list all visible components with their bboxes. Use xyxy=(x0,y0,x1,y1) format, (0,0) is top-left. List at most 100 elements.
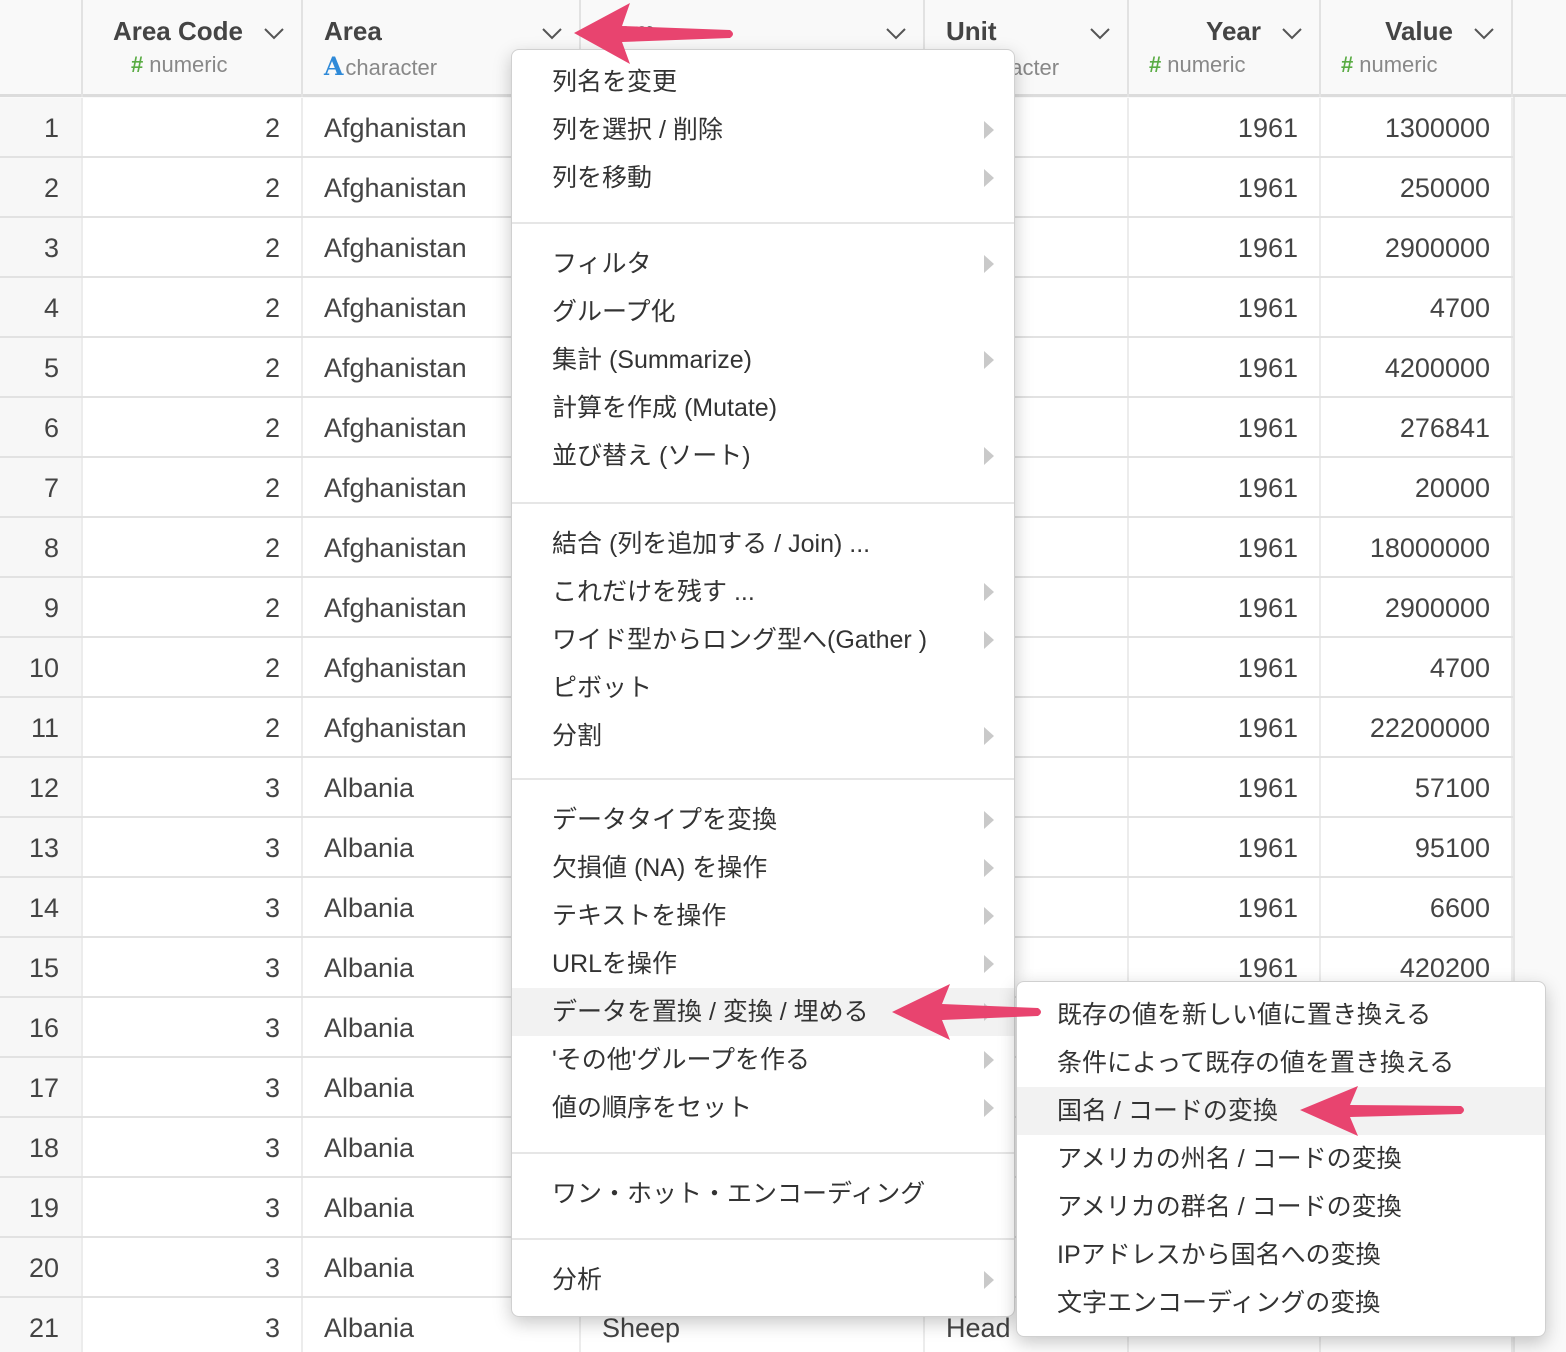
menu-item[interactable]: テキストを操作 xyxy=(512,892,1014,940)
menu-item-label: 'その他'グループを作る xyxy=(552,1046,811,1074)
menu-item[interactable]: 分割 xyxy=(512,712,1014,760)
cell-year[interactable]: 1961 xyxy=(1129,278,1321,336)
menu-item[interactable]: 計算を作成 (Mutate) xyxy=(512,384,1014,432)
cell-area-code[interactable]: 3 xyxy=(83,1298,303,1352)
submenu-item[interactable]: アメリカの州名 / コードの変換 xyxy=(1017,1135,1545,1183)
chevron-down-icon[interactable] xyxy=(539,20,565,46)
submenu-item[interactable]: 文字エンコーディングの変換 xyxy=(1017,1279,1545,1327)
column-header-area-code[interactable]: Area Code # numeric xyxy=(83,0,303,97)
cell-value[interactable]: 276841 xyxy=(1321,398,1513,456)
menu-item[interactable]: フィルタ xyxy=(512,240,1014,288)
submenu-item-label: 国名 / コードの変換 xyxy=(1057,1097,1278,1125)
menu-item[interactable]: 集計 (Summarize) xyxy=(512,336,1014,384)
menu-item[interactable]: 値の順序をセット xyxy=(512,1084,1014,1132)
cell-value[interactable]: 4700 xyxy=(1321,638,1513,696)
cell-area-code[interactable]: 2 xyxy=(83,338,303,396)
cell-value[interactable]: 57100 xyxy=(1321,758,1513,816)
menu-item[interactable]: 分析 xyxy=(512,1256,1014,1304)
cell-year[interactable]: 1961 xyxy=(1129,518,1321,576)
column-title: Area xyxy=(324,16,382,46)
menu-item-label: 分割 xyxy=(552,722,603,750)
cell-value[interactable]: 250000 xyxy=(1321,158,1513,216)
menu-item-label: 集計 (Summarize) xyxy=(552,346,753,374)
cell-area-code[interactable]: 2 xyxy=(83,98,303,156)
cell-year[interactable]: 1961 xyxy=(1129,218,1321,276)
cell-value[interactable]: 1300000 xyxy=(1321,98,1513,156)
cell-year[interactable]: 1961 xyxy=(1129,758,1321,816)
chevron-down-icon[interactable] xyxy=(1087,20,1113,46)
cell-area-code[interactable]: 2 xyxy=(83,518,303,576)
chevron-down-icon[interactable] xyxy=(1279,20,1305,46)
menu-item[interactable]: 列を選択 / 削除 xyxy=(512,106,1014,154)
menu-item[interactable]: URLを操作 xyxy=(512,940,1014,988)
cell-year[interactable]: 1961 xyxy=(1129,338,1321,396)
cell-value[interactable]: 20000 xyxy=(1321,458,1513,516)
cell-area-code[interactable]: 3 xyxy=(83,1178,303,1236)
submenu-arrow-icon xyxy=(984,859,994,877)
cell-value[interactable]: 2900000 xyxy=(1321,578,1513,636)
menu-item-label: データを置換 / 変換 / 埋める xyxy=(552,998,869,1026)
submenu-item[interactable]: IPアドレスから国名への変換 xyxy=(1017,1231,1545,1279)
chevron-down-icon[interactable] xyxy=(1471,20,1497,46)
menu-item[interactable]: 列名を変更 xyxy=(512,58,1014,106)
cell-year[interactable]: 1961 xyxy=(1129,698,1321,756)
column-header-year[interactable]: Year # numeric xyxy=(1129,0,1321,97)
cell-area-code[interactable]: 2 xyxy=(83,458,303,516)
menu-item[interactable]: 結合 (列を追加する / Join) ... xyxy=(512,520,1014,568)
column-type-label: character xyxy=(345,55,438,80)
cell-year[interactable]: 1961 xyxy=(1129,638,1321,696)
menu-item[interactable]: 並び替え (ソート) xyxy=(512,432,1014,480)
cell-year[interactable]: 1961 xyxy=(1129,398,1321,456)
cell-area-code[interactable]: 2 xyxy=(83,398,303,456)
cell-year[interactable]: 1961 xyxy=(1129,458,1321,516)
menu-item[interactable]: ピボット xyxy=(512,664,1014,712)
column-type-label: numeric xyxy=(149,52,228,77)
submenu-item[interactable]: 条件によって既存の値を置き換える xyxy=(1017,1039,1545,1087)
cell-value[interactable]: 18000000 xyxy=(1321,518,1513,576)
menu-item[interactable]: データタイプを変換 xyxy=(512,796,1014,844)
cell-area-code[interactable]: 3 xyxy=(83,1118,303,1176)
submenu-item[interactable]: 既存の値を新しい値に置き換える xyxy=(1017,991,1545,1039)
menu-item[interactable]: データを置換 / 変換 / 埋める xyxy=(512,988,1014,1036)
cell-value[interactable]: 6600 xyxy=(1321,878,1513,936)
cell-area-code[interactable]: 3 xyxy=(83,998,303,1056)
cell-area-code[interactable]: 3 xyxy=(83,1058,303,1116)
cell-year[interactable]: 1961 xyxy=(1129,818,1321,876)
cell-area-code[interactable]: 2 xyxy=(83,578,303,636)
chevron-down-icon[interactable] xyxy=(261,20,287,46)
cell-year[interactable]: 1961 xyxy=(1129,878,1321,936)
menu-item[interactable]: ワイド型からロング型へ(Gather ) xyxy=(512,616,1014,664)
menu-item[interactable]: これだけを残す ... xyxy=(512,568,1014,616)
chevron-down-icon[interactable] xyxy=(883,20,909,46)
column-header-value[interactable]: Value # numeric xyxy=(1321,0,1513,97)
menu-item[interactable]: ワン・ホット・エンコーディング xyxy=(512,1170,1014,1218)
cell-area-code[interactable]: 3 xyxy=(83,878,303,936)
menu-divider xyxy=(512,778,1014,780)
cell-year[interactable]: 1961 xyxy=(1129,578,1321,636)
cell-area-code[interactable]: 2 xyxy=(83,158,303,216)
cell-area-code[interactable]: 2 xyxy=(83,218,303,276)
cell-value[interactable]: 95100 xyxy=(1321,818,1513,876)
row-number: 10 xyxy=(0,638,83,696)
submenu-item[interactable]: 国名 / コードの変換 xyxy=(1017,1087,1545,1135)
cell-area-code[interactable]: 3 xyxy=(83,818,303,876)
column-context-menu: 列名を変更 列を選択 / 削除 列を移動フィルタ グループ化集計 (Summarize… xyxy=(511,49,1015,1317)
cell-area-code[interactable]: 2 xyxy=(83,638,303,696)
cell-area-code[interactable]: 3 xyxy=(83,758,303,816)
submenu-item[interactable]: アメリカの群名 / コードの変換 xyxy=(1017,1183,1545,1231)
menu-item[interactable]: グループ化 xyxy=(512,288,1014,336)
cell-area-code[interactable]: 2 xyxy=(83,278,303,336)
cell-year[interactable]: 1961 xyxy=(1129,98,1321,156)
cell-area-code[interactable]: 3 xyxy=(83,938,303,996)
menu-item[interactable]: 欠損値 (NA) を操作 xyxy=(512,844,1014,892)
row-number: 7 xyxy=(0,458,83,516)
menu-item[interactable]: 列を移動 xyxy=(512,154,1014,202)
cell-value[interactable]: 4700 xyxy=(1321,278,1513,336)
cell-value[interactable]: 22200000 xyxy=(1321,698,1513,756)
cell-area-code[interactable]: 3 xyxy=(83,1238,303,1296)
cell-value[interactable]: 4200000 xyxy=(1321,338,1513,396)
cell-year[interactable]: 1961 xyxy=(1129,158,1321,216)
cell-area-code[interactable]: 2 xyxy=(83,698,303,756)
menu-item[interactable]: 'その他'グループを作る xyxy=(512,1036,1014,1084)
cell-value[interactable]: 2900000 xyxy=(1321,218,1513,276)
